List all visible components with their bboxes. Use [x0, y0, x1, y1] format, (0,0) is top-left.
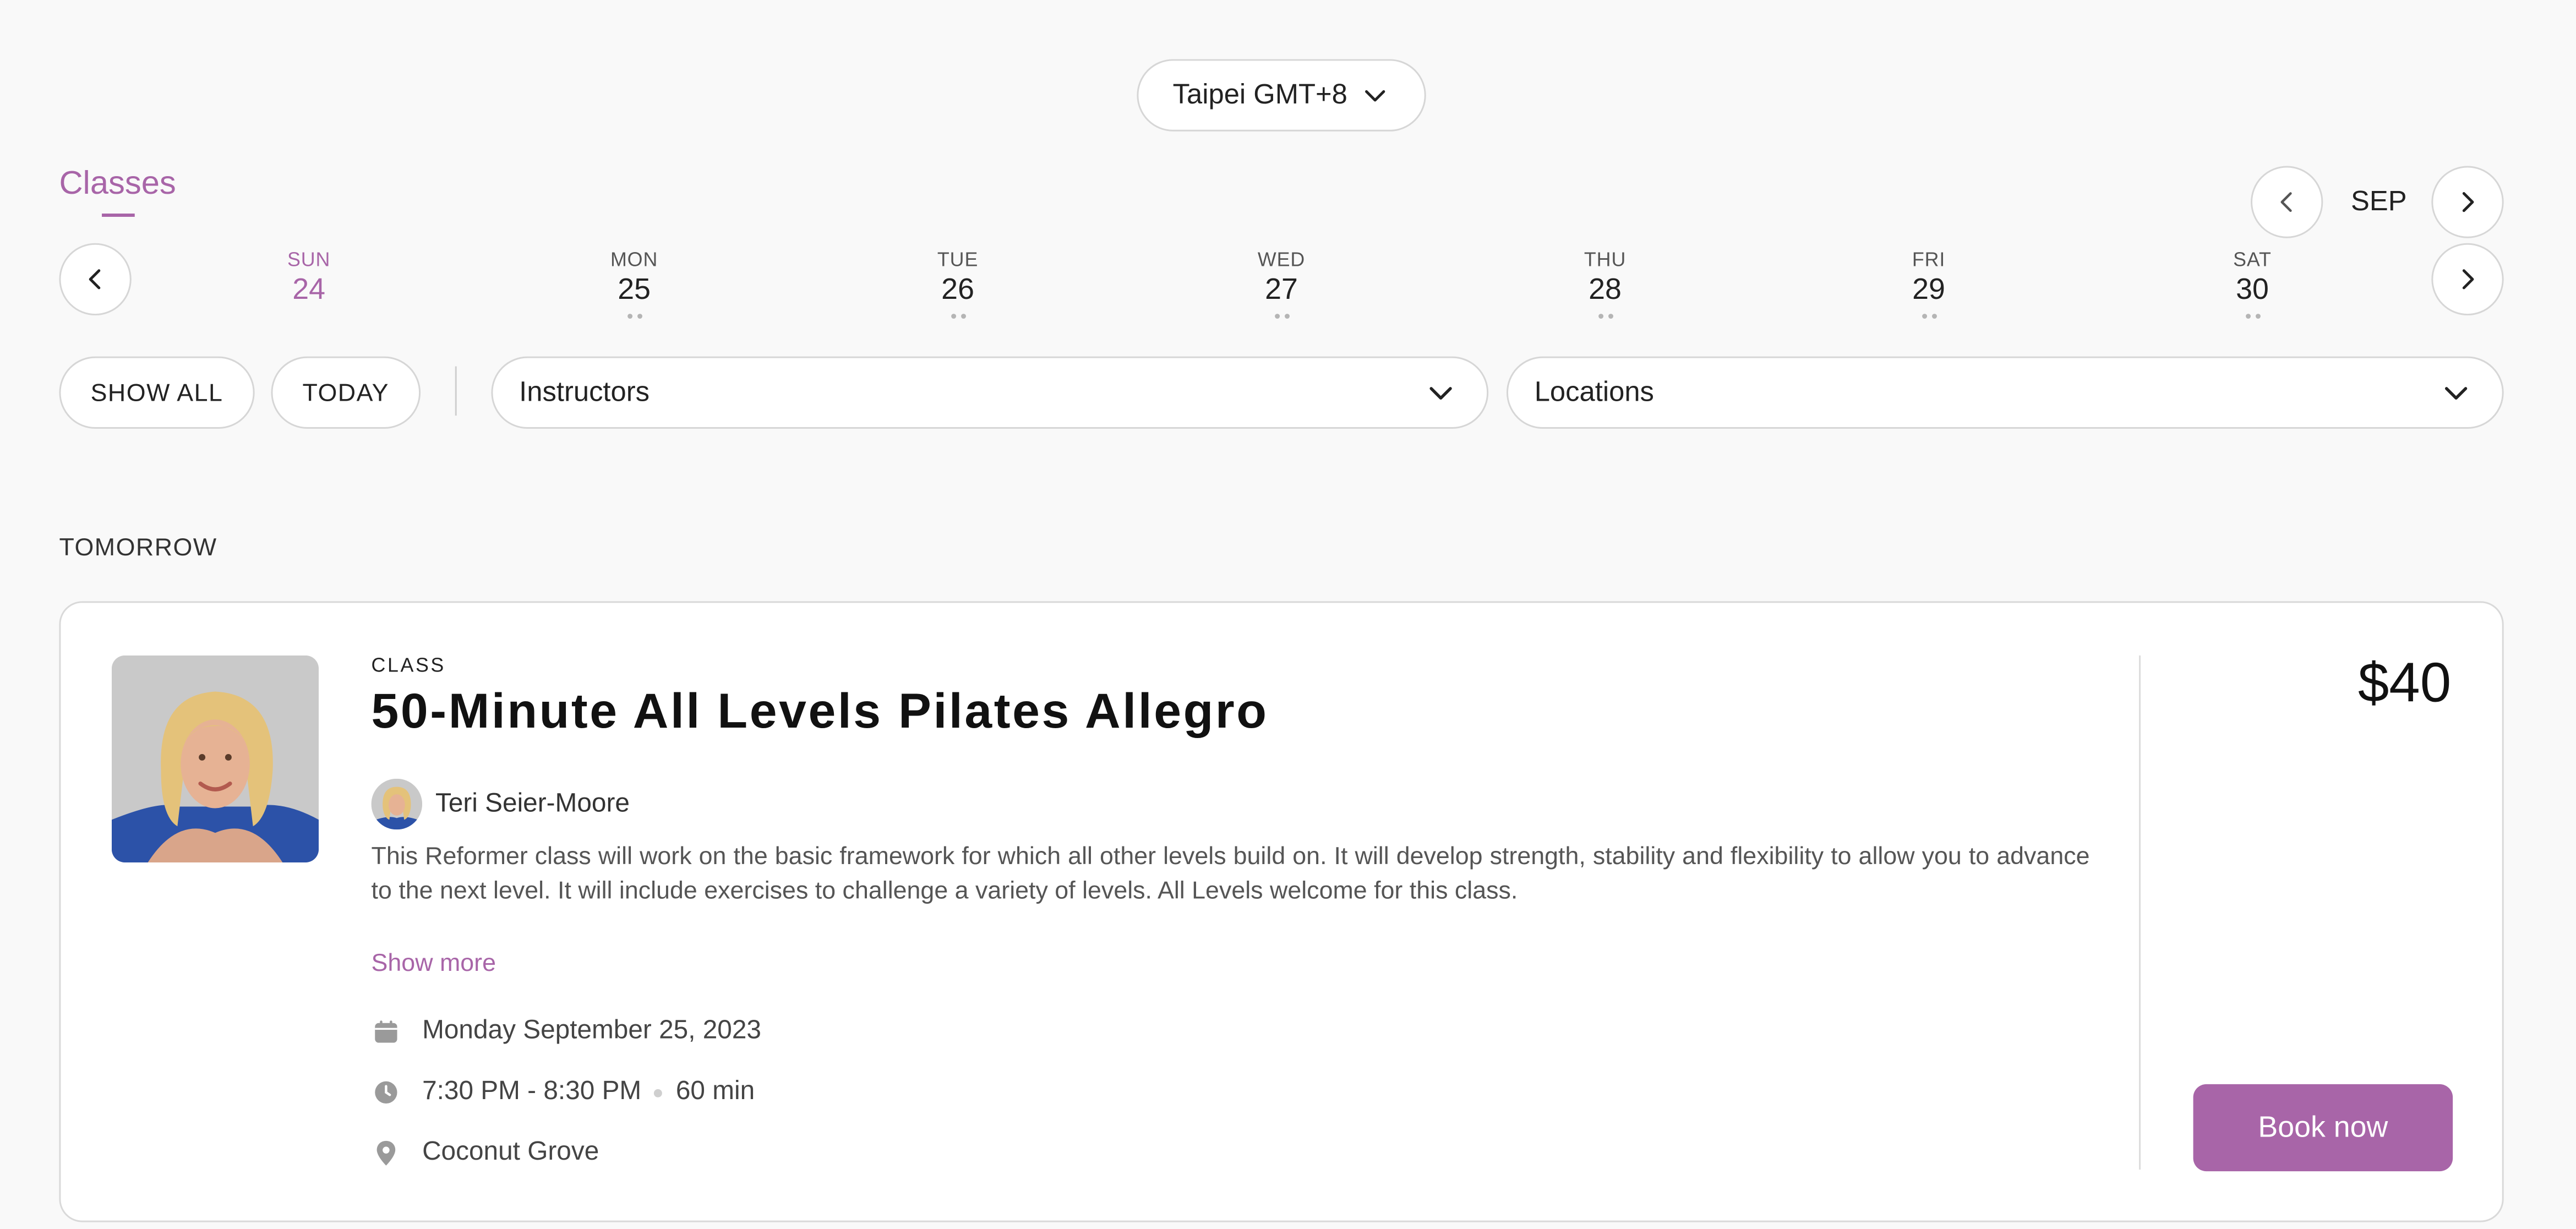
day-date: 27 [1265, 272, 1298, 306]
locations-dropdown-label: Locations [1534, 376, 1654, 408]
day-date: 30 [2236, 272, 2269, 306]
schedule-page: Taipei GMT+8 Classes SEP SUN 24 MON 25 T… [0, 0, 2576, 1229]
clock-icon [375, 1081, 397, 1104]
timezone-label: Taipei GMT+8 [1172, 79, 1347, 110]
book-now-button[interactable]: Book now [2193, 1084, 2453, 1172]
day-name: FRI [1912, 248, 1946, 271]
day-tue[interactable]: TUE 26 [900, 248, 1016, 320]
chevron-down-icon [1365, 90, 1385, 102]
day-date: 24 [292, 272, 326, 306]
day-thu[interactable]: THU 28 [1548, 248, 1663, 320]
class-price: $40 [2357, 652, 2452, 715]
day-name: WED [1257, 248, 1306, 271]
instructor-photo-image [111, 655, 319, 862]
day-name: MON [610, 248, 658, 271]
card-divider [2139, 655, 2141, 1170]
day-name: SAT [2233, 248, 2272, 271]
chevron-left-icon [89, 269, 101, 290]
day-name: TUE [937, 248, 979, 271]
day-fri[interactable]: FRI 29 [1871, 248, 1986, 320]
show-all-button[interactable]: SHOW ALL [59, 356, 255, 429]
day-date: 28 [1589, 272, 1622, 306]
class-indicator [252, 314, 367, 320]
class-date-row: Monday September 25, 2023 [372, 1017, 761, 1047]
class-time-row: 7:30 PM - 8:30 PM 60 min [372, 1078, 755, 1107]
day-name: SUN [287, 248, 331, 271]
map-pin-icon [376, 1140, 396, 1166]
week-prev-button[interactable] [59, 243, 132, 316]
class-description: This Reformer class will work on the bas… [371, 843, 2090, 905]
filter-divider [455, 366, 457, 416]
class-location-row: Coconut Grove [372, 1138, 599, 1168]
class-indicator [1871, 314, 1986, 320]
instructor-row[interactable]: Teri Seier-Moore [371, 778, 630, 830]
instructor-name: Teri Seier-Moore [435, 789, 630, 817]
chevron-right-icon [2462, 269, 2474, 290]
timezone-selector[interactable]: Taipei GMT+8 [1137, 59, 1426, 132]
class-card: CLASS 50-Minute All Levels Pilates Alleg… [59, 601, 2504, 1222]
avatar [371, 778, 423, 830]
class-time: 7:30 PM - 8:30 PM [422, 1077, 642, 1106]
section-heading: TOMORROW [59, 534, 217, 562]
chevron-right-icon [2462, 192, 2474, 212]
class-indicator [2195, 314, 2310, 320]
instructors-dropdown[interactable]: Instructors [491, 356, 1489, 429]
locations-dropdown[interactable]: Locations [1506, 356, 2504, 429]
day-date: 26 [941, 272, 974, 306]
day-sat[interactable]: SAT 30 [2195, 248, 2310, 320]
day-wed[interactable]: WED 27 [1224, 248, 1339, 320]
chevron-left-icon [2280, 192, 2292, 212]
calendar-icon [375, 1020, 397, 1043]
class-indicator [577, 314, 692, 320]
chevron-down-icon [2444, 387, 2468, 400]
class-indicator [1548, 314, 1663, 320]
day-date: 25 [618, 272, 651, 306]
separator-dot [654, 1088, 663, 1097]
week-next-button[interactable] [2431, 243, 2504, 316]
show-more-link[interactable]: Show more [372, 949, 496, 977]
tab-classes[interactable]: Classes [59, 166, 176, 204]
month-next-button[interactable] [2431, 166, 2504, 238]
tab-active-indicator [102, 214, 135, 217]
class-duration: 60 min [675, 1077, 755, 1106]
day-name: THU [1584, 248, 1627, 271]
class-indicator [900, 314, 1016, 320]
day-sun[interactable]: SUN 24 [252, 248, 367, 320]
today-button[interactable]: TODAY [271, 356, 421, 429]
day-mon[interactable]: MON 25 [577, 248, 692, 320]
chevron-down-icon [1429, 387, 1452, 400]
class-title[interactable]: 50-Minute All Levels Pilates Allegro [372, 685, 1269, 741]
class-location: Coconut Grove [422, 1138, 599, 1167]
class-indicator [1224, 314, 1339, 320]
class-date: Monday September 25, 2023 [422, 1017, 761, 1045]
day-date: 29 [1912, 272, 1945, 306]
instructors-dropdown-label: Instructors [519, 376, 650, 408]
month-label: SEP [2351, 185, 2407, 217]
class-type-tag: CLASS [371, 653, 446, 677]
instructor-photo [111, 655, 319, 862]
month-prev-button[interactable] [2251, 166, 2323, 238]
